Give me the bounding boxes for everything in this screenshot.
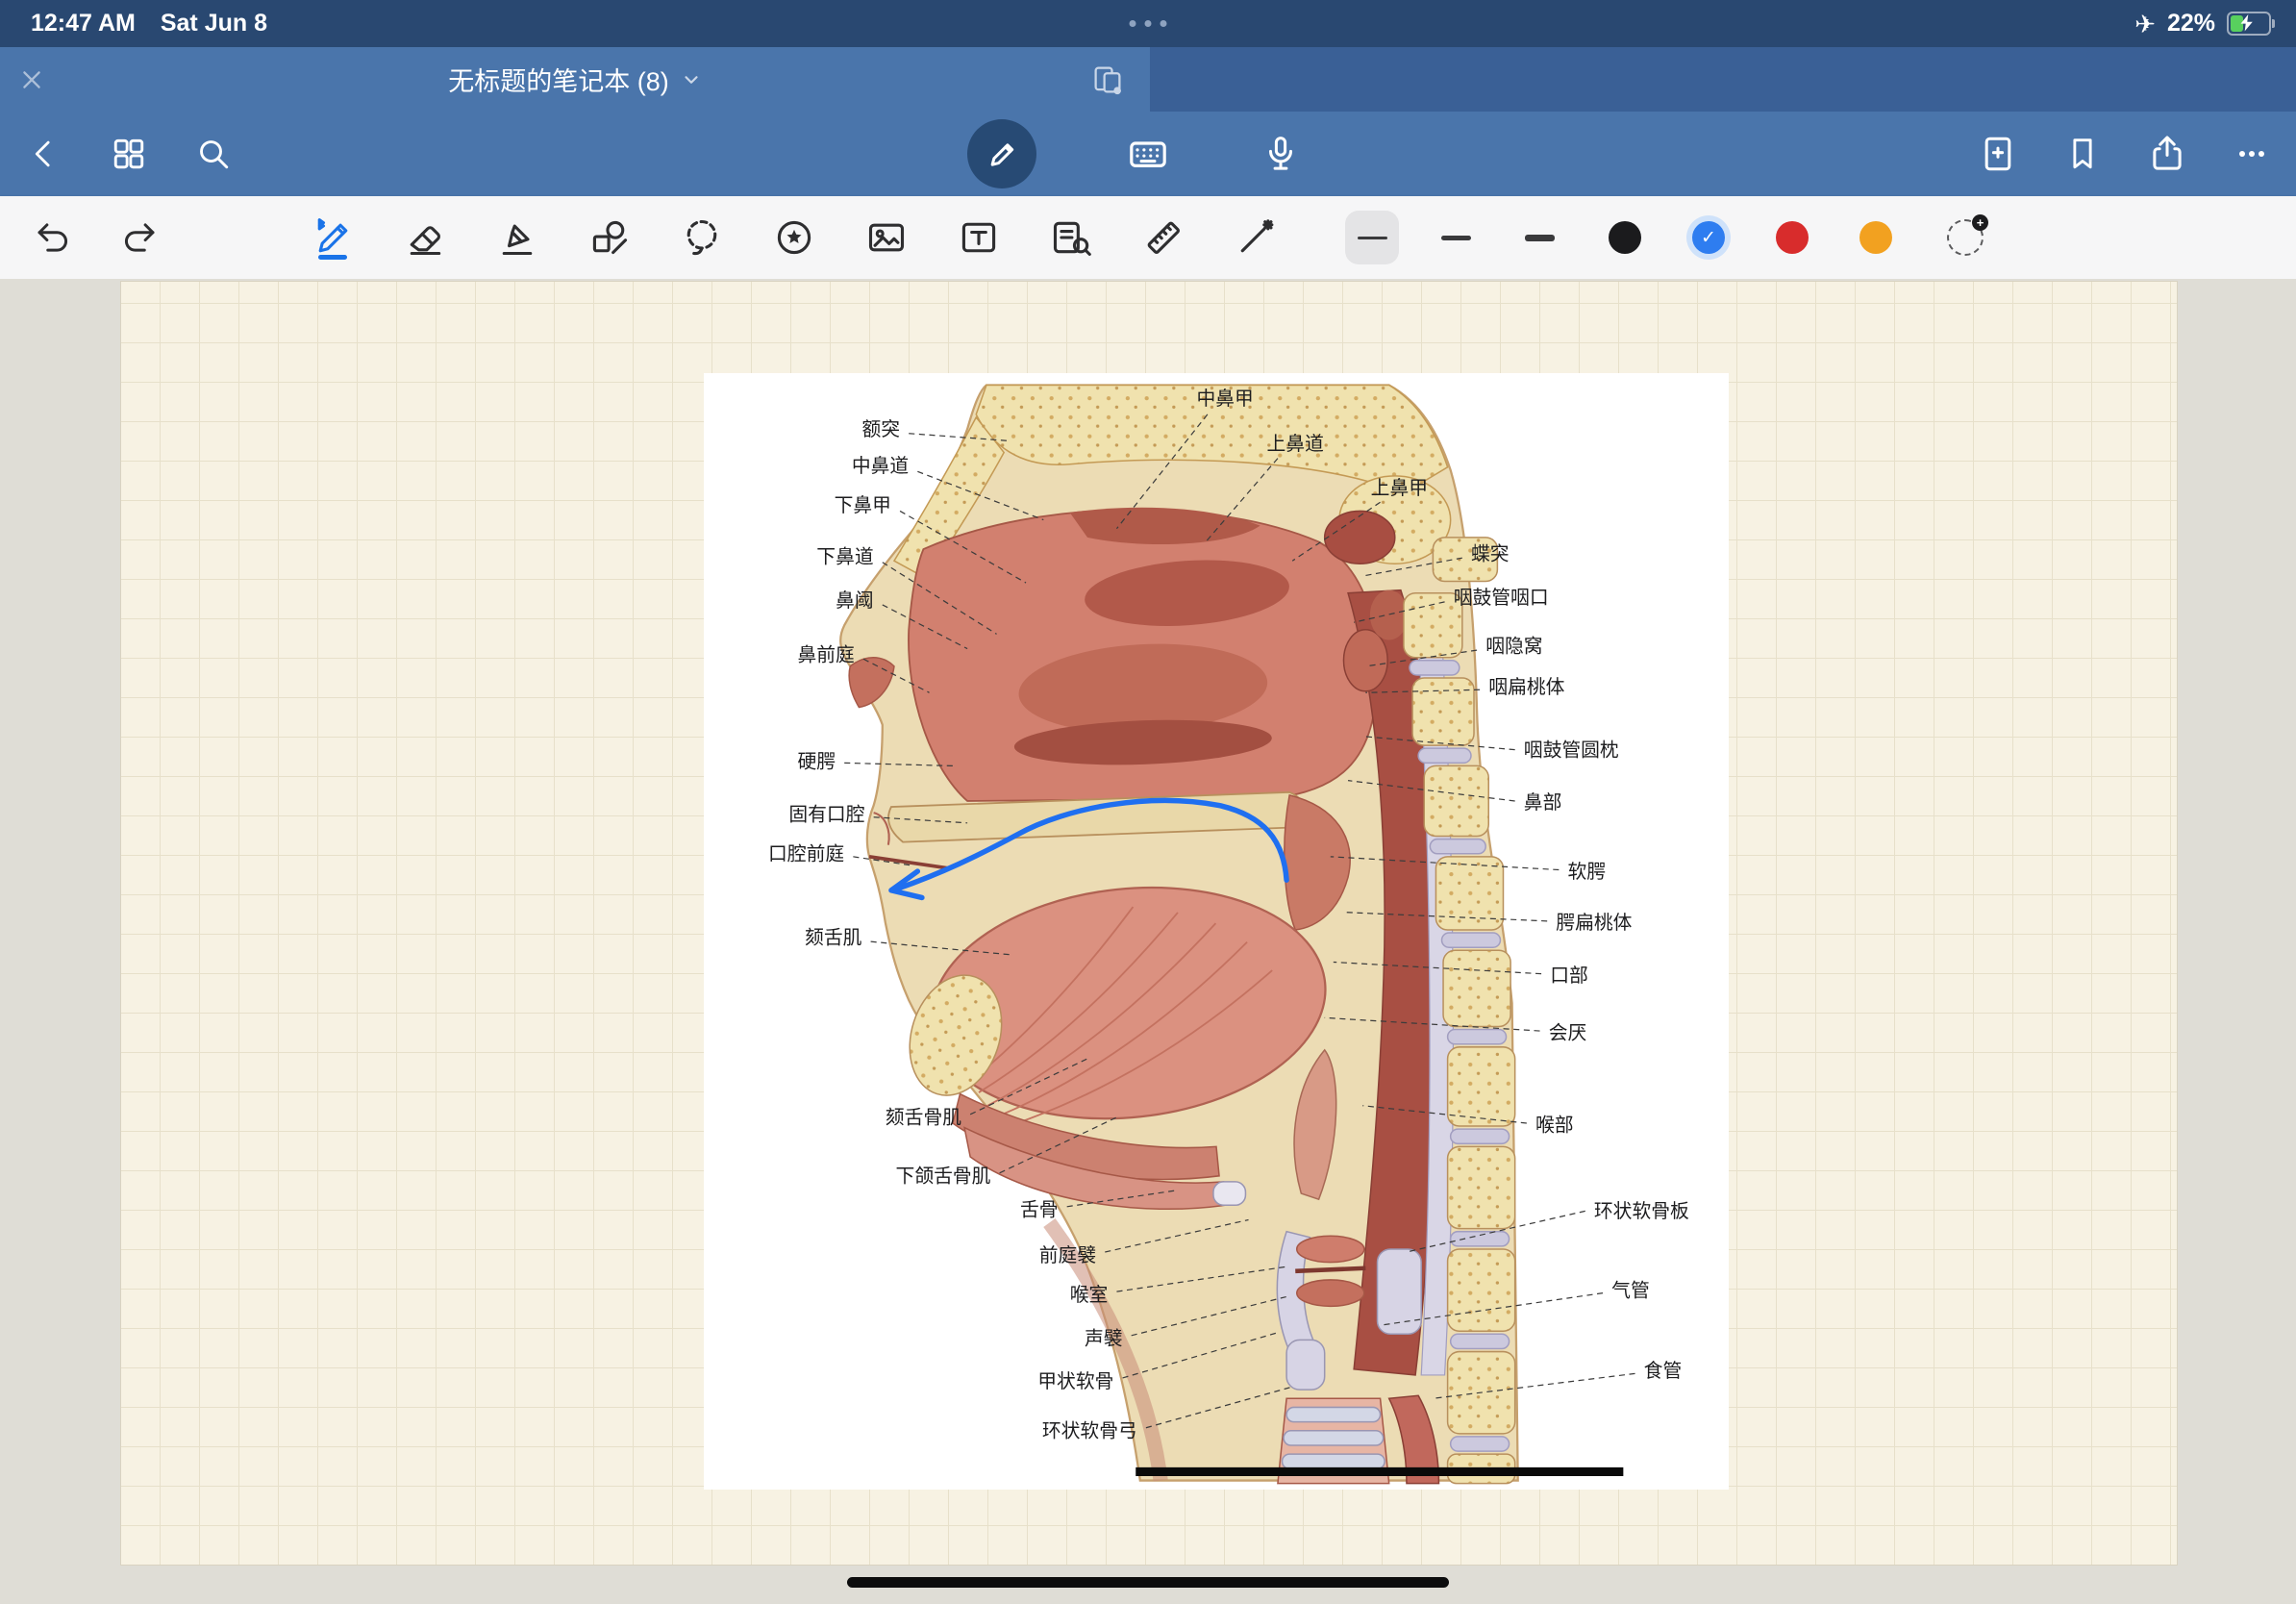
laser-pointer-tool[interactable] bbox=[1233, 214, 1279, 261]
main-toolbar bbox=[0, 112, 2296, 196]
figure-label: 中鼻甲 bbox=[1196, 388, 1253, 410]
bookmark-button[interactable] bbox=[2061, 133, 2104, 175]
thickness-thin-button[interactable] bbox=[1345, 211, 1399, 264]
battery-percent: 22% bbox=[2167, 10, 2215, 38]
microphone-button[interactable] bbox=[1260, 133, 1302, 175]
highlighter-tool[interactable] bbox=[494, 214, 540, 261]
home-indicator[interactable] bbox=[847, 1577, 1449, 1588]
clock: 12:47 AM bbox=[31, 10, 136, 38]
figure-label: 蝶突 bbox=[1471, 543, 1510, 564]
figure-label: 前庭襞 bbox=[1039, 1245, 1096, 1266]
more-button[interactable] bbox=[2231, 133, 2273, 175]
shapes-tool[interactable] bbox=[586, 214, 633, 261]
eraser-tool[interactable] bbox=[402, 214, 448, 261]
figure-label: 颏舌骨肌 bbox=[886, 1108, 961, 1129]
figure-label: 软腭 bbox=[1567, 862, 1606, 883]
notebook-title: 无标题的笔记本 (8) bbox=[448, 61, 669, 98]
notebook-tab[interactable]: 无标题的笔记本 (8) bbox=[0, 47, 1150, 112]
page-view-options-icon[interactable] bbox=[1090, 63, 1125, 97]
multitask-dots-icon[interactable] bbox=[1130, 20, 1167, 27]
figure-label: 下鼻道 bbox=[816, 546, 874, 567]
undo-button[interactable] bbox=[30, 214, 76, 261]
figure-label: 喉室 bbox=[1070, 1285, 1109, 1306]
figure-label: 口腔前庭 bbox=[768, 844, 844, 865]
figure-label: 上鼻道 bbox=[1267, 434, 1325, 455]
notebook-page[interactable]: 额突中鼻道下鼻甲下鼻道鼻阈鼻前庭硬腭固有口腔口腔前庭颏舌肌颏舌骨肌下颌舌骨肌舌骨… bbox=[120, 281, 2178, 1566]
figure-label: 咽隐窝 bbox=[1485, 636, 1542, 657]
figure-label: 食管 bbox=[1644, 1361, 1683, 1382]
color-swatch-orange[interactable] bbox=[1859, 221, 1892, 254]
close-tab-icon[interactable] bbox=[19, 67, 44, 92]
figure-label: 下鼻甲 bbox=[835, 495, 891, 516]
figure-label: 咽鼓管圆枕 bbox=[1524, 739, 1619, 761]
color-swatch-black[interactable] bbox=[1609, 221, 1641, 254]
figure-label: 咽扁桃体 bbox=[1488, 677, 1564, 698]
status-bar: 12:47 AM Sat Jun 8 ✈ 22% bbox=[0, 0, 2296, 47]
figure-label: 鼻前庭 bbox=[797, 644, 855, 665]
thickness-medium-button[interactable] bbox=[1429, 211, 1483, 264]
figure-label: 环状软骨板 bbox=[1594, 1201, 1689, 1222]
pen-mode-button[interactable] bbox=[967, 119, 1036, 188]
figure-label: 上鼻甲 bbox=[1371, 478, 1428, 499]
page-thumbnails-button[interactable] bbox=[108, 133, 150, 175]
text-tool[interactable] bbox=[956, 214, 1002, 261]
figure-label: 甲状软骨 bbox=[1037, 1371, 1113, 1392]
figure-label: 硬腭 bbox=[797, 752, 836, 773]
thickness-thick-button[interactable] bbox=[1512, 211, 1566, 264]
pen-tool[interactable] bbox=[310, 214, 356, 261]
figure-label: 舌骨 bbox=[1020, 1200, 1059, 1221]
tab-bar: 无标题的笔记本 (8) bbox=[0, 47, 2296, 112]
ipad-screen: 12:47 AM Sat Jun 8 ✈ 22% 无标题的笔记本 (8) bbox=[0, 0, 2296, 1604]
figure-label: 气管 bbox=[1611, 1280, 1650, 1301]
ruler-tool[interactable] bbox=[1140, 214, 1186, 261]
canvas-area: 额突中鼻道下鼻甲下鼻道鼻阈鼻前庭硬腭固有口腔口腔前庭颏舌肌颏舌骨肌下颌舌骨肌舌骨… bbox=[0, 279, 2296, 1604]
color-swatch-red[interactable] bbox=[1776, 221, 1809, 254]
figure-label: 腭扁桃体 bbox=[1556, 913, 1632, 934]
color-swatch-blue[interactable]: ✓ bbox=[1692, 221, 1725, 254]
elements-tool[interactable] bbox=[1048, 214, 1094, 261]
sticker-tool[interactable] bbox=[771, 214, 817, 261]
selected-check-icon: ✓ bbox=[1692, 221, 1725, 254]
battery-charging-icon bbox=[2227, 12, 2271, 36]
tools-bar: ✓ + bbox=[0, 196, 2296, 280]
figure-label: 口部 bbox=[1550, 965, 1588, 987]
figure-label: 颏舌肌 bbox=[805, 927, 862, 948]
share-button[interactable] bbox=[2146, 133, 2188, 175]
figure-label: 会厌 bbox=[1549, 1022, 1587, 1043]
keyboard-button[interactable] bbox=[1127, 133, 1169, 175]
figure-label: 鼻阈 bbox=[836, 590, 874, 612]
figure-label: 下颌舌骨肌 bbox=[896, 1166, 991, 1188]
anatomy-figure: 额突中鼻道下鼻甲下鼻道鼻阈鼻前庭硬腭固有口腔口腔前庭颏舌肌颏舌骨肌下颌舌骨肌舌骨… bbox=[704, 373, 1729, 1490]
chevron-down-icon[interactable] bbox=[681, 69, 702, 90]
add-color-icon: + bbox=[1972, 214, 1988, 231]
figure-label: 咽鼓管咽口 bbox=[1454, 588, 1549, 609]
custom-color-button[interactable]: + bbox=[1947, 219, 1984, 256]
search-button[interactable] bbox=[192, 133, 235, 175]
add-page-button[interactable] bbox=[1977, 133, 2019, 175]
redo-button[interactable] bbox=[116, 214, 162, 261]
figure-label: 鼻部 bbox=[1524, 792, 1562, 814]
date: Sat Jun 8 bbox=[161, 10, 267, 38]
image-tool[interactable] bbox=[863, 214, 910, 261]
lasso-tool[interactable] bbox=[679, 214, 725, 261]
back-button[interactable] bbox=[23, 133, 65, 175]
figure-label: 声襞 bbox=[1085, 1329, 1123, 1350]
figure-label: 额突 bbox=[861, 419, 900, 440]
figure-label: 喉部 bbox=[1535, 1115, 1574, 1136]
anatomy-image[interactable]: 额突中鼻道下鼻甲下鼻道鼻阈鼻前庭硬腭固有口腔口腔前庭颏舌肌颏舌骨肌下颌舌骨肌舌骨… bbox=[704, 373, 1729, 1490]
figure-label: 环状软骨弓 bbox=[1042, 1421, 1137, 1442]
color-swatches: ✓ bbox=[1609, 196, 1892, 279]
figure-label: 中鼻道 bbox=[852, 456, 910, 477]
figure-label: 固有口腔 bbox=[788, 804, 864, 825]
airplane-icon: ✈ bbox=[2134, 12, 2156, 37]
